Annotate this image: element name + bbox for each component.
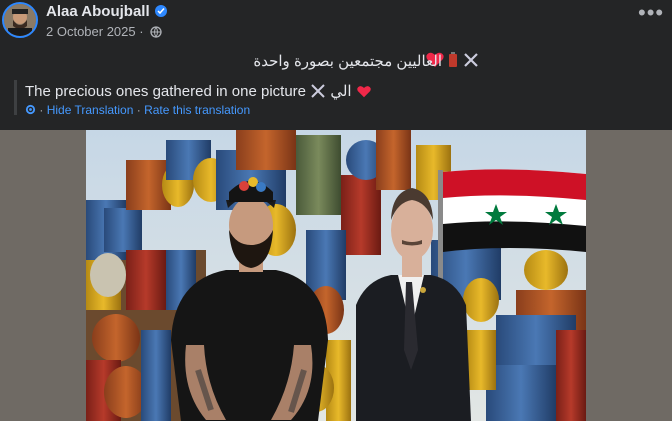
post-header: Alaa Aboujball 2 October 2025 · ••• (0, 0, 672, 44)
more-options-icon[interactable]: ••• (638, 2, 663, 30)
avatar[interactable] (2, 2, 38, 38)
globe-icon (150, 26, 162, 41)
translation-suffix: الي (330, 83, 352, 100)
translation-block: The precious ones gathered in one pictur… (14, 80, 372, 117)
verified-badge-icon (154, 5, 167, 17)
arabic-post-text: العاليين مجتمعين بصورة واحدة (253, 53, 442, 70)
post-meta: 2 October 2025 · (46, 24, 162, 41)
translation-text: The precious ones gathered in one pictur… (25, 83, 307, 100)
translation-links: · Hide Translation · Rate this translati… (25, 103, 372, 117)
meta-separator: · (139, 24, 144, 39)
post-date[interactable]: 2 October 2025 (46, 24, 136, 39)
link-separator: · (39, 103, 44, 117)
heart-icon (357, 86, 371, 98)
hide-translation-link[interactable]: Hide Translation (47, 103, 134, 117)
translation-line: The precious ones gathered in one pictur… (25, 82, 372, 100)
translate-gear-icon (25, 104, 36, 115)
rate-translation-link[interactable]: Rate this translation (144, 103, 250, 117)
crossed-swords-icon (311, 84, 325, 98)
author-name[interactable]: Alaa Aboujball (46, 3, 167, 20)
author-name-text[interactable]: Alaa Aboujball (46, 3, 150, 20)
battery-icon (449, 54, 457, 67)
link-separator: · (136, 103, 141, 117)
crossed-swords-icon (464, 53, 478, 67)
post-image[interactable] (86, 130, 586, 421)
post-image-container[interactable] (0, 130, 672, 421)
